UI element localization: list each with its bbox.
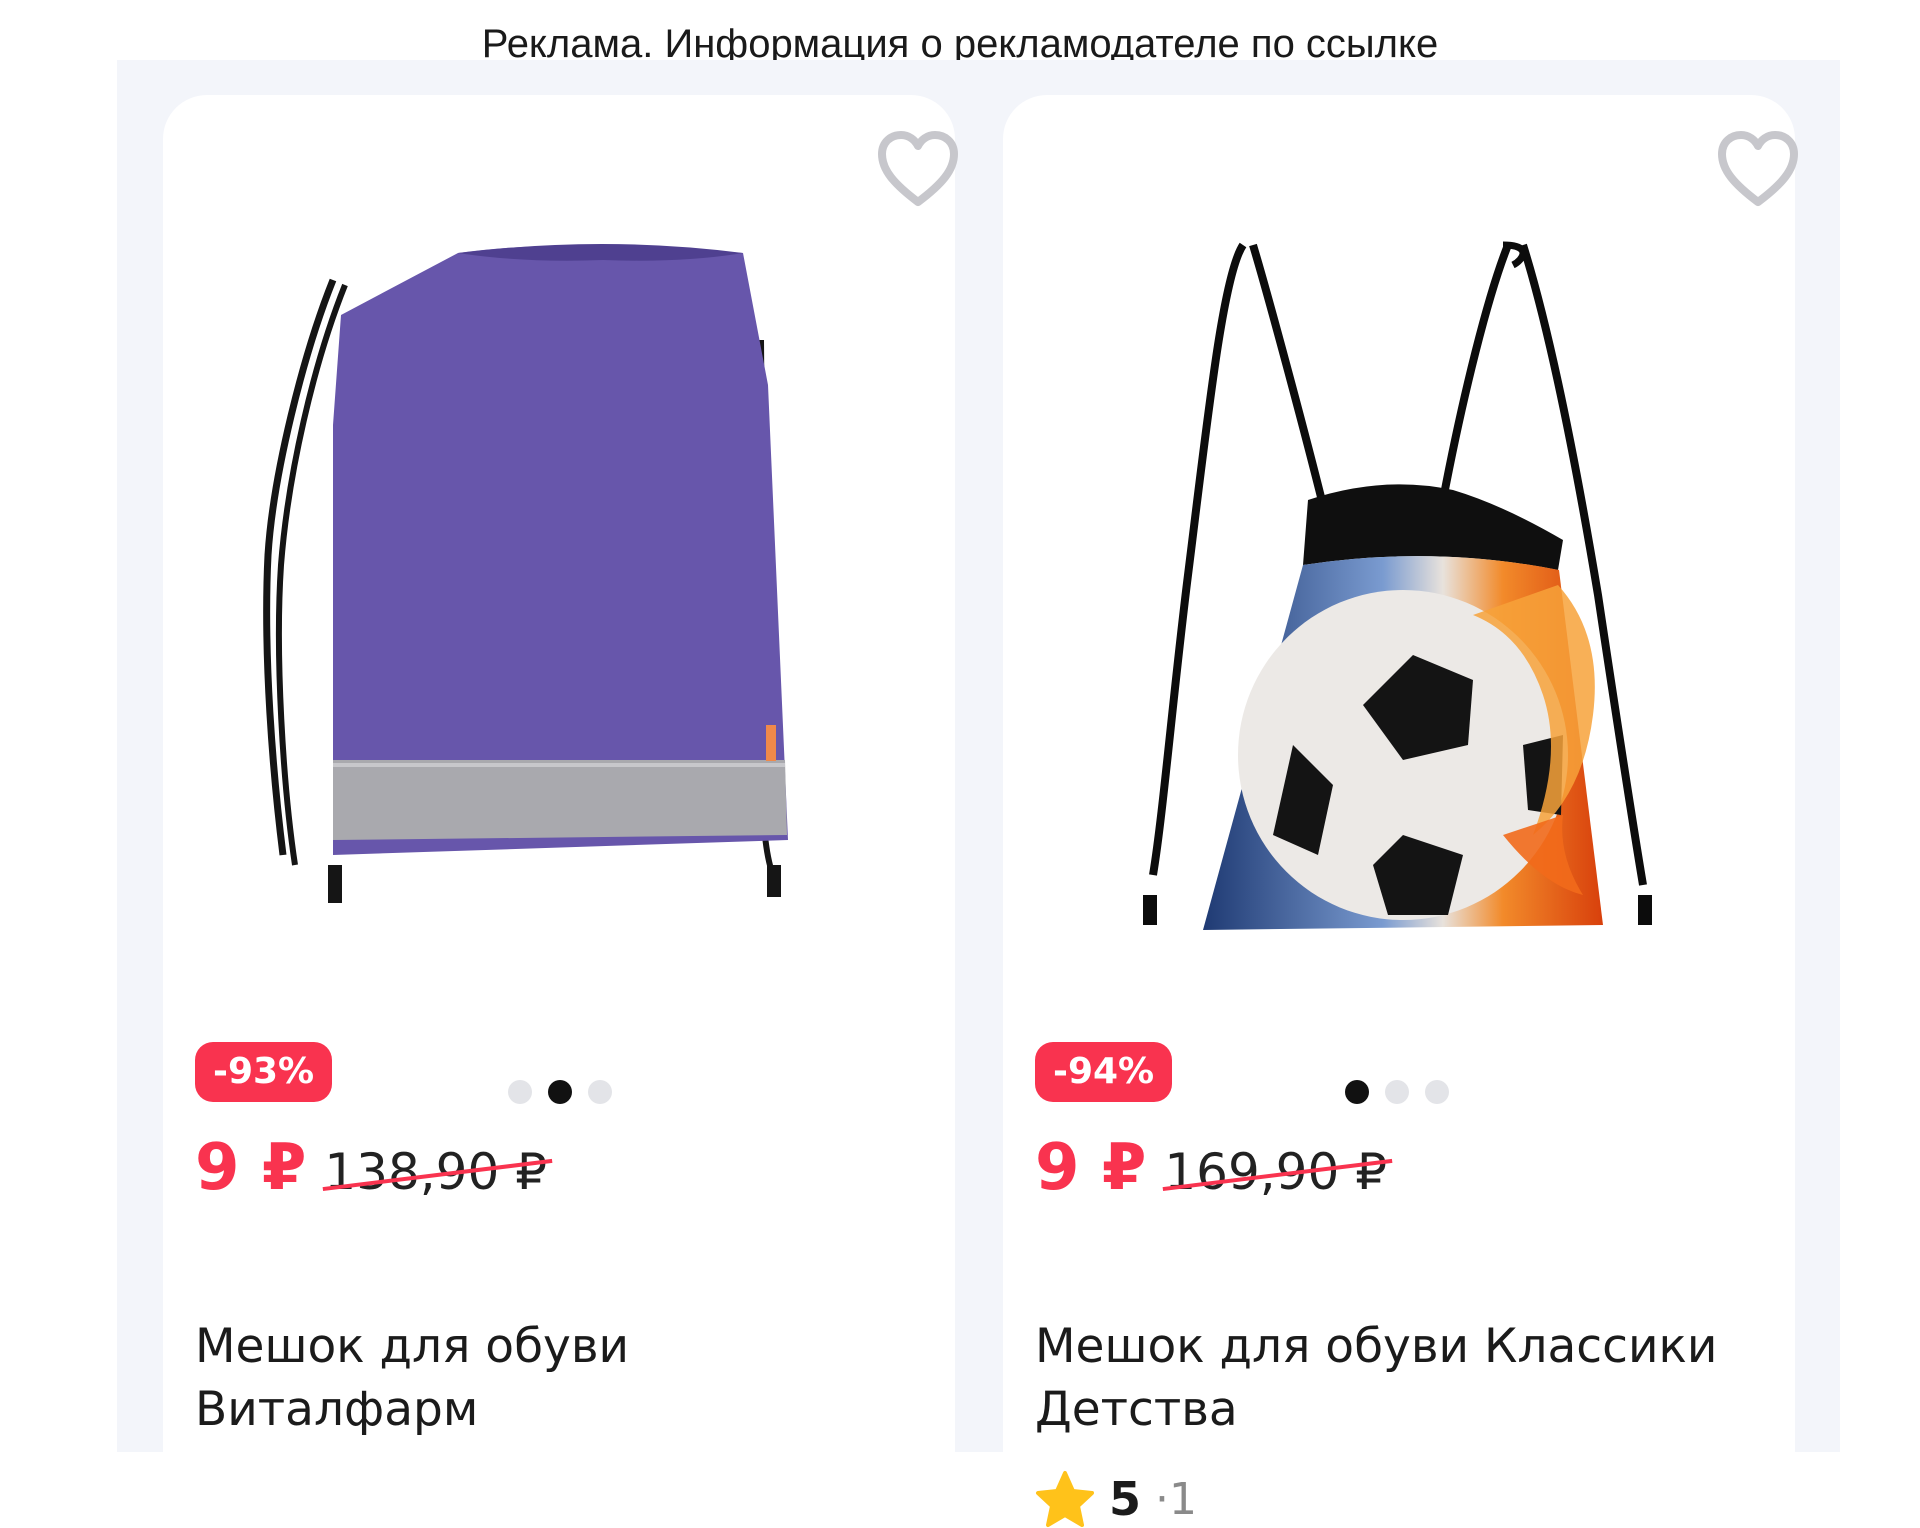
price-row: 9 ₽ 138,90 ₽ xyxy=(195,1131,547,1205)
carousel-dot-active[interactable] xyxy=(1345,1080,1369,1104)
old-price: 169,90 ₽ xyxy=(1164,1143,1387,1201)
carousel-dot[interactable] xyxy=(1425,1080,1449,1104)
carousel-dot-active[interactable] xyxy=(548,1080,572,1104)
price-row: 9 ₽ 169,90 ₽ xyxy=(1035,1131,1387,1205)
discount-badge: -93% xyxy=(195,1042,333,1102)
heart-icon[interactable] xyxy=(876,130,960,208)
product-card[interactable]: -93% 9 ₽ 138,90 ₽ Мешок для обуви Виталф… xyxy=(163,95,958,1452)
current-price: 9 ₽ xyxy=(1035,1131,1147,1205)
product-title[interactable]: Мешок для обуви Классики Детства xyxy=(1035,1315,1765,1441)
current-price: 9 ₽ xyxy=(195,1131,307,1205)
carousel-dot[interactable] xyxy=(588,1080,612,1104)
product-title[interactable]: Мешок для обуви Виталфарм xyxy=(195,1315,925,1441)
old-price: 138,90 ₽ xyxy=(324,1143,547,1201)
rating[interactable]: 5 ·1 xyxy=(1035,1470,1197,1528)
discount-badge: -94% xyxy=(1035,1042,1173,1102)
product-image[interactable] xyxy=(1003,95,1795,1015)
star-icon xyxy=(1036,1471,1094,1527)
image-carousel-dots[interactable] xyxy=(508,1080,612,1104)
carousel-dot[interactable] xyxy=(1385,1080,1409,1104)
product-image[interactable] xyxy=(163,95,955,1015)
carousel-dot[interactable] xyxy=(508,1080,532,1104)
image-carousel-dots[interactable] xyxy=(1345,1080,1449,1104)
heart-icon[interactable] xyxy=(1716,130,1800,208)
product-card[interactable]: -94% 9 ₽ 169,90 ₽ Мешок для обуви Класси… xyxy=(1003,95,1798,1527)
review-count: ·1 xyxy=(1155,1473,1197,1525)
